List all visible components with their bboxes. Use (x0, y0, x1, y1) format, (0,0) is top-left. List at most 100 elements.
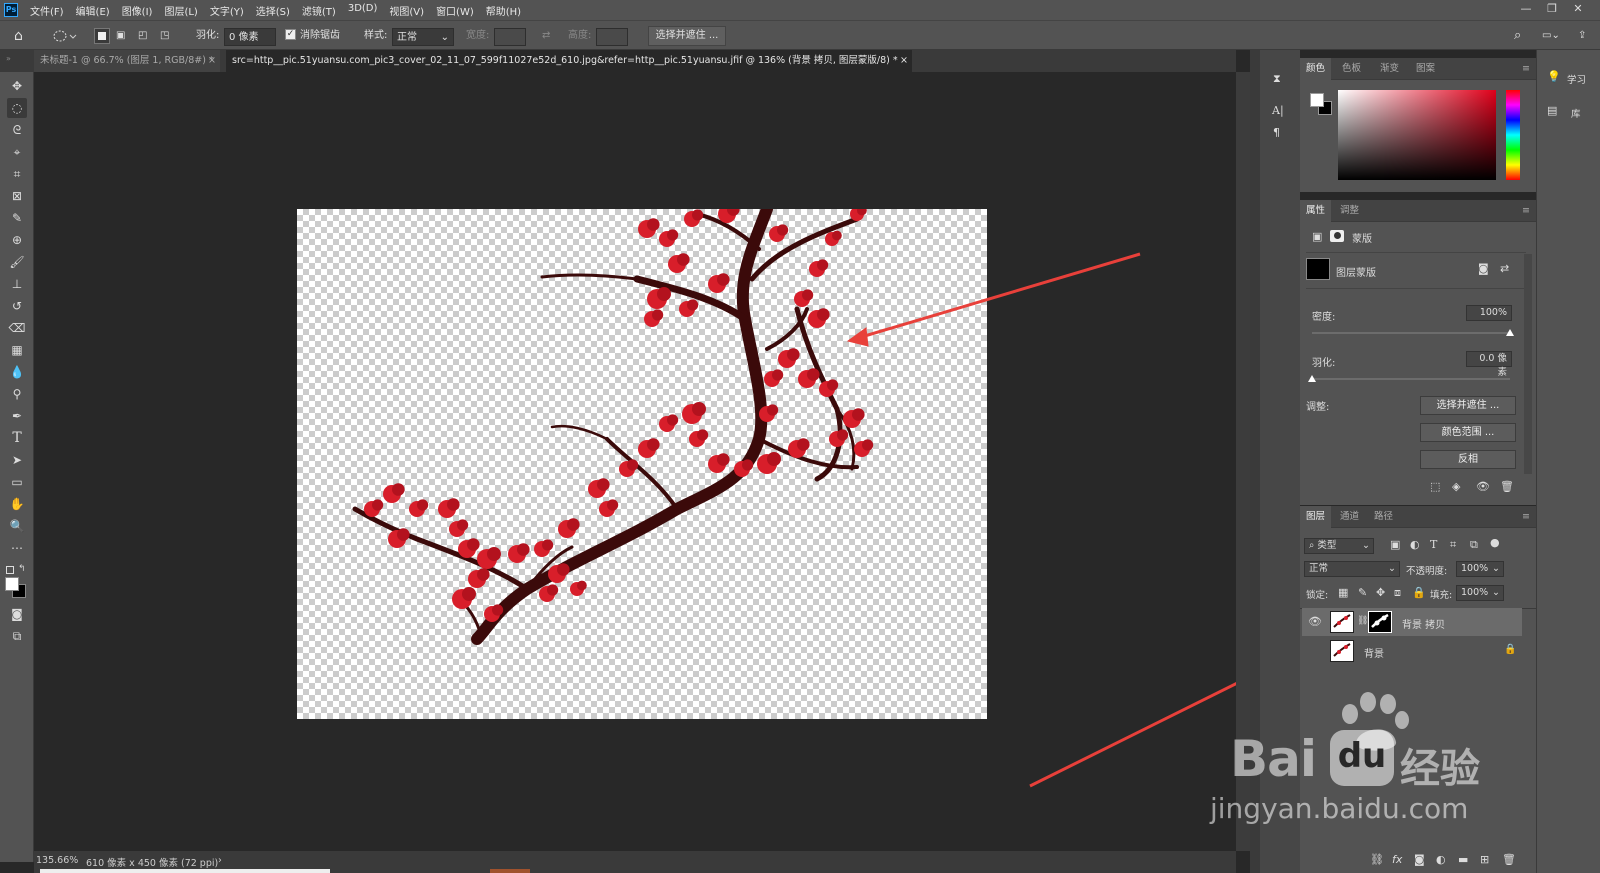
document-info: 610 像素 x 450 像素 (72 ppi) (86, 858, 219, 869)
fx-icon[interactable]: fx (1392, 853, 1402, 866)
lock-artboard-icon[interactable]: ⧈ (1394, 586, 1401, 600)
load-selection-icon[interactable]: ⬚ (1430, 480, 1440, 493)
vector-mask-icon[interactable]: ◙ (1478, 262, 1489, 275)
chevron-down-icon: ⌄ (1362, 540, 1370, 551)
color-picker-field[interactable] (1338, 90, 1496, 180)
adjust-label: 调整: (1306, 402, 1330, 413)
library-label[interactable]: 库 (1571, 106, 1581, 120)
watermark-du: du (1337, 736, 1387, 776)
layer-name: 背景 (1364, 649, 1384, 660)
layer-filter-select[interactable]: ⌕ 类型 ⌄ (1304, 538, 1374, 554)
layer-thumbnail (1330, 611, 1354, 633)
lock-position-icon[interactable]: ✥ (1376, 586, 1385, 599)
lock-all-icon[interactable]: 🔒 (1412, 586, 1426, 599)
fill-input[interactable]: 100% ⌄ (1456, 585, 1504, 601)
taskbar-strip (40, 869, 330, 873)
density-input[interactable]: 100% (1466, 305, 1512, 321)
layer-mask-thumbnail[interactable] (1368, 611, 1392, 633)
tab-color[interactable]: 颜色 (1300, 58, 1332, 80)
select-and-mask-button[interactable]: 选择并遮住 ... (1420, 396, 1516, 415)
layers-panel-header: 图层 通道 路径 ≡ (1300, 506, 1536, 528)
panel-menu-icon[interactable]: ≡ (1516, 506, 1536, 528)
watermark-url: jingyan.baidu.com (1210, 792, 1469, 825)
character-panel-icon[interactable]: A| (1272, 104, 1284, 117)
paragraph-panel-icon[interactable]: ¶ (1273, 126, 1280, 139)
hue-slider[interactable] (1506, 90, 1520, 180)
taskbar-app (490, 869, 530, 873)
density-slider-track[interactable] (1312, 332, 1510, 334)
layer-name: 背景 拷贝 (1402, 620, 1446, 631)
history-panel-icon[interactable]: ⧗ (1273, 72, 1281, 86)
layer-row-background-copy[interactable]: 👁 ⛓ 背景 拷贝 (1302, 608, 1522, 636)
opacity-label: 不透明度: (1406, 566, 1448, 577)
lightbulb-icon[interactable]: 💡 (1547, 70, 1561, 83)
chevron-down-icon: ⌄ (1492, 587, 1500, 598)
mask-thumbnail (1306, 258, 1330, 280)
mask-label: 蒙版 (1352, 234, 1372, 245)
zoom-level[interactable]: 135.66% (36, 855, 78, 866)
pixel-mask-icon[interactable]: ▣ (1312, 230, 1322, 243)
layers-footer: ⛓ fx ◙ ◐ ▬ ⊞ 🗑 (1302, 850, 1536, 870)
invert-button[interactable]: 反相 (1420, 450, 1516, 469)
tab-properties[interactable]: 属性 (1300, 200, 1332, 222)
color-panel-header: 颜色 色板 渐变 图案 ≡ (1300, 58, 1536, 80)
chevron-down-icon: ⌄ (1388, 563, 1396, 574)
apply-mask-icon[interactable]: ◈ (1452, 480, 1460, 493)
watermark-du-box: du (1330, 730, 1394, 786)
feather-input[interactable]: 0.0 像素 (1466, 351, 1512, 378)
blend-mode-select[interactable]: 正常 ⌄ (1304, 561, 1400, 577)
color-panel: 颜色 色板 渐变 图案 ≡ (1300, 58, 1536, 192)
opacity-input[interactable]: 100% ⌄ (1456, 561, 1504, 577)
tab-layers[interactable]: 图层 (1300, 506, 1332, 528)
fill-label: 填充: (1430, 590, 1453, 601)
lock-image-icon[interactable]: ✎ (1358, 586, 1367, 599)
feather-label: 羽化: (1312, 358, 1336, 369)
tab-channels[interactable]: 通道 (1334, 506, 1365, 528)
filter-type-icon[interactable]: T (1430, 538, 1437, 551)
library-icon[interactable]: ▤ (1547, 104, 1557, 117)
mask-link-icon[interactable]: ⛓ (1357, 616, 1368, 626)
baidu-watermark: Bai du 经验 jingyan.baidu.com (1210, 692, 1550, 852)
eye-visibility-icon[interactable]: 👁 (1308, 615, 1322, 628)
blend-mode-value: 正常 (1309, 563, 1329, 574)
lock-icon: 🔒 (1504, 644, 1517, 655)
tab-swatches[interactable]: 色板 (1336, 58, 1367, 80)
new-group-icon[interactable]: ▬ (1458, 853, 1468, 866)
density-label: 密度: (1312, 312, 1336, 323)
learn-label[interactable]: 学习 (1567, 72, 1586, 86)
adjustment-layer-icon[interactable]: ◐ (1436, 853, 1446, 866)
filter-pixel-icon[interactable]: ▣ (1390, 538, 1400, 551)
watermark-brand: Bai (1230, 730, 1317, 788)
filter-smart-object-icon[interactable]: ⧉ (1470, 538, 1478, 552)
visibility-icon[interactable]: 👁 (1476, 480, 1490, 493)
tab-paths[interactable]: 路径 (1368, 506, 1399, 528)
mask-mode-icon[interactable] (1330, 230, 1344, 242)
layer-row-background[interactable]: 背景 🔒 (1302, 637, 1522, 665)
fill-value: 100% (1461, 587, 1489, 598)
chevron-down-icon: ⌄ (1492, 563, 1500, 574)
filter-shape-icon[interactable]: ⌗ (1450, 538, 1456, 552)
color-range-button[interactable]: 颜色范围 ... (1420, 423, 1516, 442)
color-fg-swatch[interactable] (1310, 93, 1324, 107)
delete-mask-icon[interactable]: 🗑 (1500, 480, 1514, 493)
tab-gradients[interactable]: 渐变 (1374, 58, 1405, 80)
delete-layer-icon[interactable]: 🗑 (1502, 853, 1516, 866)
apply-mask-icon[interactable]: ⇄ (1500, 262, 1509, 275)
layer-mask-label: 图层蒙版 (1336, 268, 1376, 279)
tab-patterns[interactable]: 图案 (1410, 58, 1441, 80)
watermark-cn: 经验 (1400, 746, 1480, 792)
tab-adjustments[interactable]: 调整 (1334, 200, 1365, 222)
feather-slider-thumb[interactable] (1308, 375, 1316, 382)
new-layer-icon[interactable]: ⊞ (1480, 853, 1489, 866)
add-mask-icon[interactable]: ◙ (1414, 853, 1425, 866)
feather-slider-track[interactable] (1312, 378, 1510, 380)
density-slider-thumb[interactable] (1506, 329, 1514, 336)
chevron-right-icon[interactable]: › (218, 855, 222, 866)
link-layers-icon[interactable]: ⛓ (1370, 853, 1384, 866)
filter-adjustment-icon[interactable]: ◐ (1410, 538, 1420, 551)
panel-menu-icon[interactable]: ≡ (1516, 58, 1536, 80)
properties-scrollbar[interactable] (1524, 254, 1532, 474)
lock-transparent-icon[interactable]: ▦ (1338, 586, 1348, 599)
filter-toggle-icon[interactable]: ● (1490, 536, 1500, 549)
panel-menu-icon[interactable]: ≡ (1516, 200, 1536, 222)
